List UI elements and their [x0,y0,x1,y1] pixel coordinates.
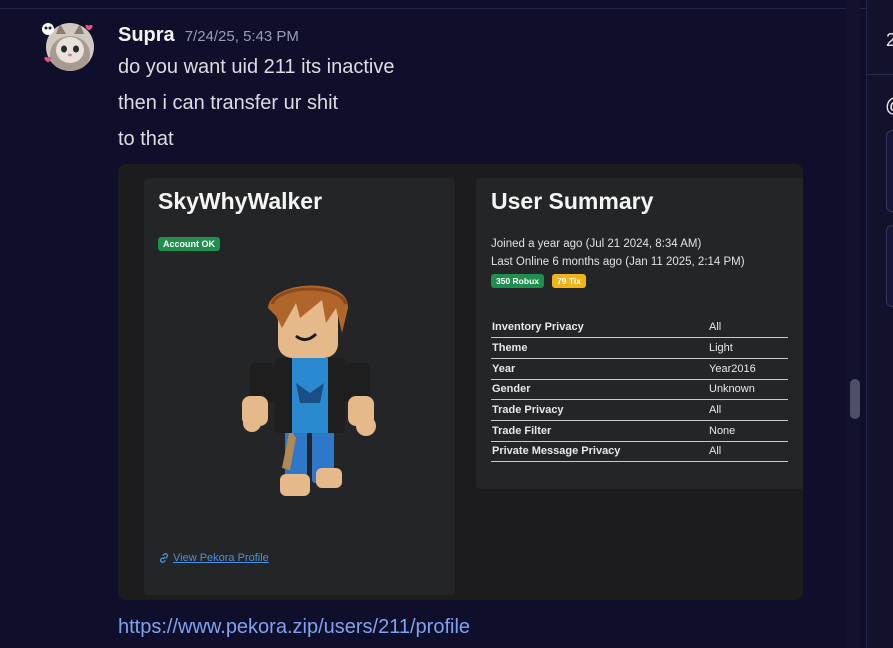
property-key: Gender [491,379,708,401]
right-panel-card[interactable] [886,225,893,307]
table-row: Trade Filter None [491,420,788,442]
table-row: Year Year2016 [491,358,788,380]
profile-url-link[interactable]: https://www.pekora.zip/users/211/profile [118,616,470,639]
property-key: Trade Privacy [491,399,708,421]
table-row: Trade Privacy All [491,399,788,421]
table-row: Inventory Privacy All [491,317,788,339]
property-key: Inventory Privacy [491,317,708,339]
property-value: Year2016 [708,358,788,380]
property-key: Private Message Privacy [491,441,708,463]
property-value: Unknown [708,379,788,401]
avatar-character [242,285,376,496]
message-line: do you want uid 211 its inactive [118,56,395,78]
message-line: to that [118,128,174,150]
property-value: All [708,441,788,463]
table-row: Private Message Privacy All [491,441,788,463]
embedded-image[interactable]: SkyWhyWalker Account OK View Pekora Prof… [118,164,803,600]
author-name[interactable]: Supra [118,24,175,47]
profile-card: SkyWhyWalker Account OK View Pekora Prof… [144,178,455,595]
link-icon [159,553,169,563]
last-online-info: Last Online 6 months ago (Jan 11 2025, 2… [491,256,745,268]
view-profile-label[interactable]: View Pekora Profile [173,552,269,564]
user-summary-card: User Summary Joined a year ago (Jul 21 2… [476,178,803,489]
robux-badge: 350 Robux [491,274,544,288]
tix-badge: 79 Tix [552,274,586,288]
property-key: Trade Filter [491,420,708,442]
view-profile-link[interactable]: View Pekora Profile [158,552,269,564]
user-avatar[interactable] [40,20,94,74]
message-header: Supra 7/24/25, 5:43 PM [118,24,299,50]
property-value: None [708,420,788,442]
joined-info: Joined a year ago (Jul 21 2024, 8:34 AM) [491,238,702,250]
scrollbar-thumb[interactable] [850,379,860,419]
right-panel-divider [867,74,893,75]
right-panel-icon[interactable]: @ [885,95,893,118]
message-timestamp: 7/24/25, 5:43 PM [184,28,299,45]
profile-username: SkyWhyWalker [158,188,323,214]
table-row: Gender Unknown [491,379,788,401]
properties-table: Inventory Privacy All Theme Light Year Year… [491,317,788,463]
property-key: Year [491,358,708,380]
table-row: Theme Light [491,337,788,359]
top-divider [0,8,866,9]
property-value: Light [708,337,788,359]
summary-title: User Summary [491,188,654,214]
property-value: All [708,399,788,421]
account-status-badge: Account OK [158,237,221,251]
right-panel-card[interactable] [886,130,893,212]
property-key: Theme [491,337,708,359]
scrollbar-track[interactable] [846,0,860,648]
message-line: then i can transfer ur shit [118,92,339,114]
right-panel-heading: 2 [886,30,893,50]
property-value: All [708,317,788,339]
